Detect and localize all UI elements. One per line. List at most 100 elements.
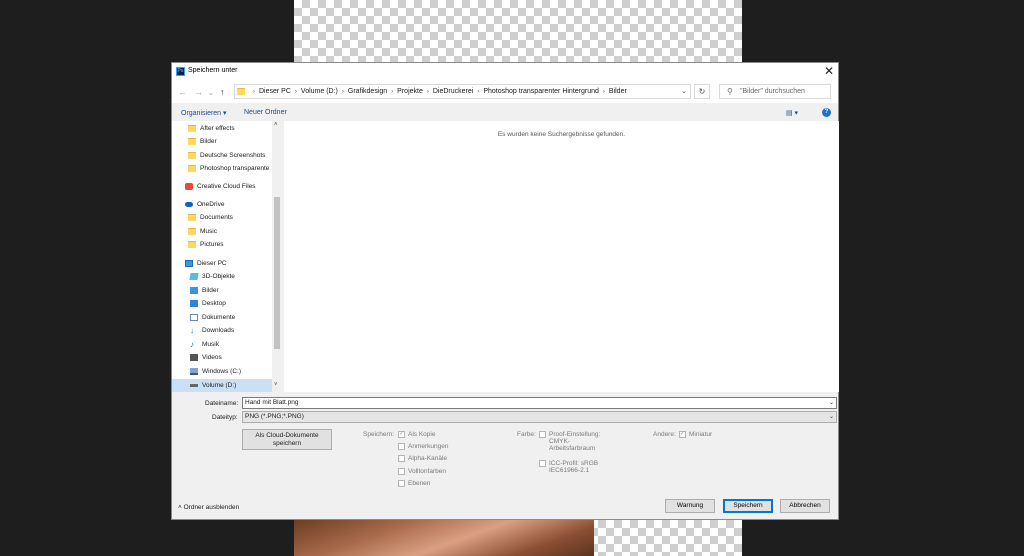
nav-item-dokumente[interactable]: Dokumente [190, 311, 235, 324]
hide-folders-label: Ordner ausblenden [183, 504, 240, 511]
view-options-icon[interactable]: ▤ ▾ [786, 109, 798, 117]
checkbox-layers[interactable]: Ebenen [398, 480, 430, 487]
chevron-right-icon[interactable]: › [253, 89, 255, 95]
chevron-right-icon[interactable]: › [342, 89, 344, 95]
organize-button[interactable]: Organisieren ▾ [181, 109, 227, 117]
checkbox-icc-profile[interactable]: ICC-Profil: sRGB IEC61966-2.1 [539, 460, 598, 474]
empty-message: Es wurden keine Suchergebnisse gefunden. [497, 131, 626, 138]
checkbox-annotations[interactable]: Anmerkungen [398, 443, 448, 450]
close-icon[interactable]: ✕ [824, 64, 834, 78]
download-icon: ↓ [190, 326, 194, 335]
folder-icon [237, 88, 245, 95]
nav-item-3d-objekte[interactable]: 3D-Objekte [189, 270, 235, 283]
nav-item-desktop[interactable]: Desktop [190, 297, 226, 310]
chevron-right-icon[interactable]: › [477, 89, 479, 95]
folder-icon [188, 138, 196, 145]
checkbox-box [398, 480, 405, 487]
search-icon: ⚲ [727, 87, 733, 96]
help-icon[interactable]: ? [822, 108, 831, 117]
save-button[interactable]: Speichern [723, 499, 773, 513]
folder-icon [188, 152, 196, 159]
checkbox-box [398, 468, 405, 475]
nav-item-bilder-pc[interactable]: Bilder [190, 284, 219, 297]
checkbox-thumbnail[interactable]: ✓ Miniatur [679, 431, 712, 438]
3d-objects-icon [189, 273, 199, 280]
option-label: Als Kopie [408, 431, 436, 438]
option-label: Anmerkungen [408, 443, 449, 450]
photo-preview [294, 520, 594, 556]
chevron-right-icon[interactable]: › [427, 89, 429, 95]
nav-scrollbar[interactable]: ˄ ˅ [272, 121, 282, 392]
address-row: ← → ⌄ ↑ › Dieser PC › Volume (D:) › Graf… [172, 81, 838, 103]
chevron-down-icon[interactable]: ˅ [274, 382, 278, 388]
photoshop-icon: Ps [176, 67, 185, 76]
nav-item-label: Deutsche Screenshots [200, 152, 266, 159]
up-arrow-icon[interactable]: ↑ [220, 87, 225, 97]
cancel-button[interactable]: Abbrechen [780, 499, 830, 513]
drive-icon [190, 384, 198, 387]
recent-dropdown-icon[interactable]: ⌄ [208, 89, 214, 97]
nav-item-videos[interactable]: Videos [190, 351, 222, 364]
nav-item-onedrive[interactable]: OneDrive [185, 198, 224, 211]
chevron-right-icon[interactable]: › [391, 89, 393, 95]
nav-item-label: Volume (D:) [202, 382, 237, 389]
nav-item-after-effects[interactable]: After effects [188, 122, 235, 135]
chevron-right-icon[interactable]: › [295, 89, 297, 95]
checkbox-box [398, 443, 405, 450]
breadcrumb-item[interactable]: DieDruckerei [433, 88, 473, 95]
checkbox-alpha-channels[interactable]: Alpha-Kanäle [398, 455, 447, 462]
refresh-icon[interactable]: ↻ [694, 84, 710, 99]
forward-arrow-icon[interactable]: → [194, 87, 203, 97]
back-arrow-icon[interactable]: ← [178, 87, 187, 97]
search-input[interactable]: ⚲ "Bilder" durchsuchen [719, 84, 831, 99]
nav-item-downloads[interactable]: ↓ Downloads [190, 324, 234, 337]
nav-item-creative-cloud-files[interactable]: Creative Cloud Files [185, 180, 256, 193]
nav-item-bilder[interactable]: Bilder [188, 135, 217, 148]
icc-line1: ICC-Profil: sRGB [549, 460, 599, 467]
option-label: Ebenen [408, 480, 431, 487]
folder-icon [188, 165, 196, 172]
nav-item-music[interactable]: Music [188, 225, 217, 238]
nav-item-label: Windows (C:) [202, 368, 242, 375]
nav-item-musik[interactable]: ♪ Musik [190, 338, 219, 351]
navigation-pane: After effects Bilder Deutsche Screenshot… [172, 121, 282, 392]
breadcrumb-item[interactable]: Bilder [609, 88, 627, 95]
chevron-down-icon[interactable]: ⌄ [829, 398, 834, 408]
checkbox-as-copy[interactable]: ✓ Als Kopie [398, 431, 435, 438]
drive-icon [190, 368, 198, 375]
filename-input[interactable]: Hand mit Blatt.png ⌄ [242, 397, 837, 409]
save-to-cloud-button[interactable]: Als Cloud-Dokumente speichern [242, 429, 332, 450]
nav-item-label: After effects [200, 125, 235, 132]
nav-item-windows-c[interactable]: Windows (C:) [190, 365, 241, 378]
breadcrumb-item[interactable]: Projekte [397, 88, 423, 95]
breadcrumb-item[interactable]: Grafikdesign [348, 88, 387, 95]
nav-item-volume-d[interactable]: Volume (D:) [190, 379, 236, 392]
command-bar: Organisieren ▾ Neuer Ordner ▤ ▾ ? [172, 103, 838, 123]
dialog-title: Speichern unter [188, 67, 238, 74]
chevron-down-icon[interactable]: ⌄ [681, 87, 687, 95]
nav-item-documents[interactable]: Documents [188, 211, 233, 224]
breadcrumb-item[interactable]: Dieser PC [259, 88, 291, 95]
nav-item-label: 3D-Objekte [202, 273, 235, 280]
chevron-right-icon[interactable]: › [603, 89, 605, 95]
nav-item-pictures[interactable]: Pictures [188, 238, 223, 251]
filetype-select[interactable]: PNG (*.PNG;*.PNG) ⌄ [242, 411, 837, 423]
checkbox-spot-colors[interactable]: Volltonfarben [398, 468, 446, 475]
nav-item-photoshop-transparente[interactable]: Photoshop transparente [188, 162, 269, 175]
chevron-down-icon[interactable]: ⌄ [829, 412, 834, 422]
checkbox-proof-setup[interactable]: Proof-Einstellung: CMYK- Arbeitsfarbraum [539, 431, 600, 452]
warning-button[interactable]: Warnung [665, 499, 715, 513]
chevron-up-icon[interactable]: ˄ [274, 122, 278, 128]
nav-item-label: Photoshop transparente [200, 165, 270, 172]
hide-folders-toggle[interactable]: ˄ Ordner ausblenden [178, 504, 239, 511]
breadcrumb-item[interactable]: Volume (D:) [301, 88, 338, 95]
breadcrumb-item[interactable]: Photoshop transparenter Hintergrund [483, 88, 599, 95]
file-list[interactable]: Es wurden keine Suchergebnisse gefunden. [284, 121, 839, 392]
nav-item-deutsche-screenshots[interactable]: Deutsche Screenshots [188, 149, 265, 162]
nav-item-label: Pictures [200, 241, 224, 248]
nav-item-dieser-pc[interactable]: Dieser PC [185, 257, 227, 270]
scrollbar-thumb[interactable] [274, 197, 280, 349]
option-label: Miniatur [689, 431, 713, 438]
address-bar[interactable]: › Dieser PC › Volume (D:) › Grafikdesign… [234, 84, 691, 99]
new-folder-button[interactable]: Neuer Ordner [244, 109, 287, 116]
